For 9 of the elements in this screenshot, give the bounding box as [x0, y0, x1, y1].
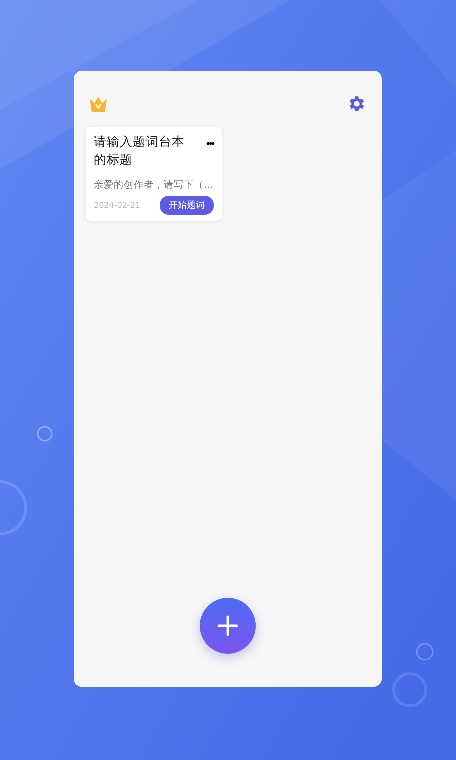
settings-icon[interactable] — [347, 94, 367, 114]
card-preview: 亲爱的创作者，请写下（… — [94, 179, 214, 192]
more-button[interactable]: ••• — [206, 139, 214, 150]
card-title: 请输入题词台本的标题 — [94, 133, 186, 169]
plus-icon — [216, 614, 240, 638]
script-card[interactable]: 请输入题词台本的标题 ••• 亲爱的创作者，请写下（… 2024-02-21 开始题词 — [86, 127, 222, 221]
card-date: 2024-02-21 — [94, 201, 140, 210]
start-button[interactable]: 开始题词 — [160, 196, 214, 215]
add-button[interactable] — [200, 598, 256, 654]
